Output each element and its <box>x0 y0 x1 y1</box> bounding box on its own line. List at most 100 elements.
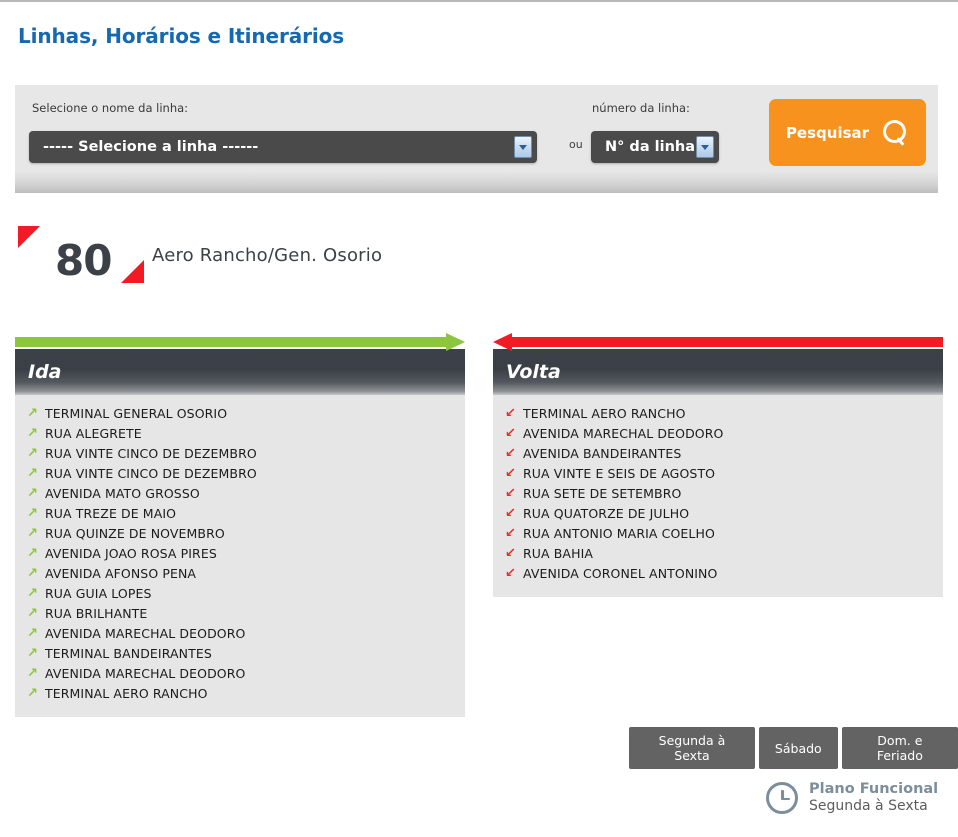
stop-item: ↗ AVENIDA MARECHAL DEODORO <box>15 663 465 683</box>
arrow-up-right-icon: ↗ <box>27 625 38 641</box>
stop-item: ↗ RUA QUINZE DE NOVEMBRO <box>15 523 465 543</box>
stop-label: AVENIDA MARECHAL DEODORO <box>523 425 724 441</box>
arrow-up-right-icon: ↗ <box>27 685 38 701</box>
stop-item: ↗ RUA BRILHANTE <box>15 603 465 623</box>
stop-label: AVENIDA AFONSO PENA <box>45 565 197 581</box>
plan-footer: Plano Funcional Segunda à Sexta <box>766 780 938 816</box>
direction-title-ida: Ida <box>15 349 465 395</box>
stop-label: RUA ALEGRETE <box>45 425 142 441</box>
arrow-up-right-icon: ↗ <box>27 565 38 581</box>
day-filter-button[interactable]: Sábado <box>758 727 838 769</box>
stop-label: RUA SETE DE SETEMBRO <box>523 485 682 501</box>
search-icon <box>883 119 909 146</box>
arrow-up-right-icon: ↗ <box>27 425 38 441</box>
stop-item: ↙ RUA SETE DE SETEMBRO <box>493 483 943 503</box>
stop-item: ↗ RUA TREZE DE MAIO <box>15 503 465 523</box>
arrow-up-right-icon: ↗ <box>27 605 38 621</box>
line-name: Aero Rancho/Gen. Osorio <box>152 245 383 266</box>
stop-item: ↙ RUA ANTONIO MARIA COELHO <box>493 523 943 543</box>
triangle-marker-icon <box>121 260 144 283</box>
day-filter-button[interactable]: Dom. e Feriado <box>841 727 958 769</box>
plan-subtitle: Segunda à Sexta <box>809 798 928 815</box>
line-name-label: Selecione o nome da linha: <box>32 101 189 115</box>
direction-arrow-right-icon <box>15 333 465 351</box>
stop-item: ↙ RUA VINTE E SEIS DE AGOSTO <box>493 463 943 483</box>
stop-label: AVENIDA MATO GROSSO <box>45 485 200 501</box>
arrow-up-right-icon: ↗ <box>27 405 38 421</box>
stop-label: AVENIDA MARECHAL DEODORO <box>45 625 246 641</box>
arrow-down-left-icon: ↙ <box>505 425 516 441</box>
stop-label: RUA TREZE DE MAIO <box>45 505 177 521</box>
or-separator-label: ou <box>569 138 583 151</box>
stop-item: ↗ RUA ALEGRETE <box>15 423 465 443</box>
search-button[interactable]: Pesquisar <box>769 99 926 166</box>
stop-label: RUA VINTE E SEIS DE AGOSTO <box>523 465 716 481</box>
arrow-up-right-icon: ↗ <box>27 645 38 661</box>
stop-item: ↗ TERMINAL GENERAL OSORIO <box>15 403 465 423</box>
stop-label: AVENIDA CORONEL ANTONINO <box>523 565 718 581</box>
line-name-select[interactable]: ----- Selecione a linha ------ <box>29 131 537 163</box>
stop-label: RUA QUINZE DE NOVEMBRO <box>45 525 225 541</box>
stop-item: ↗ AVENIDA AFONSO PENA <box>15 563 465 583</box>
stop-item: ↙ AVENIDA CORONEL ANTONINO <box>493 563 943 583</box>
stop-label: RUA VINTE CINCO DE DEZEMBRO <box>45 445 257 461</box>
arrow-up-right-icon: ↗ <box>27 665 38 681</box>
stop-item: ↗ RUA GUIA LOPES <box>15 583 465 603</box>
stop-label: TERMINAL AERO RANCHO <box>523 405 686 421</box>
arrow-up-right-icon: ↗ <box>27 585 38 601</box>
arrow-down-left-icon: ↙ <box>505 565 516 581</box>
stop-label: TERMINAL BANDEIRANTES <box>45 645 212 661</box>
arrow-down-left-icon: ↙ <box>505 505 516 521</box>
stop-item: ↗ TERMINAL AERO RANCHO <box>15 683 465 703</box>
page-title: Linhas, Horários e Itinerários <box>18 24 345 48</box>
plan-title: Plano Funcional <box>809 781 939 797</box>
stop-item: ↙ AVENIDA BANDEIRANTES <box>493 443 943 463</box>
line-name-select-value: ----- Selecione a linha ------ <box>43 139 259 155</box>
stop-label: RUA GUIA LOPES <box>45 585 152 601</box>
arrow-down-left-icon: ↙ <box>505 445 516 461</box>
arrow-down-left-icon: ↙ <box>505 465 516 481</box>
stop-item: ↙ TERMINAL AERO RANCHO <box>493 403 943 423</box>
day-filter-buttons: Segunda à Sexta Sábado Dom. e Feriado <box>629 727 958 769</box>
stop-item: ↗ AVENIDA JOAO ROSA PIRES <box>15 543 465 563</box>
direction-title-volta: Volta <box>493 349 943 395</box>
stop-item: ↗ AVENIDA MARECHAL DEODORO <box>15 623 465 643</box>
stop-label: RUA ANTONIO MARIA COELHO <box>523 525 715 541</box>
arrow-up-right-icon: ↗ <box>27 485 38 501</box>
arrow-down-left-icon: ↙ <box>505 405 516 421</box>
line-number-select[interactable]: N° da linha <box>591 131 719 163</box>
stop-item: ↗ TERMINAL BANDEIRANTES <box>15 643 465 663</box>
direction-arrow-left-icon <box>493 333 943 351</box>
chevron-down-icon[interactable] <box>696 136 714 158</box>
clock-icon <box>766 781 798 814</box>
arrow-up-right-icon: ↗ <box>27 465 38 481</box>
line-header: 80 Aero Rancho/Gen. Osorio <box>0 214 958 294</box>
search-button-label: Pesquisar <box>785 123 870 142</box>
triangle-marker-icon <box>18 226 40 248</box>
stop-label: TERMINAL AERO RANCHO <box>45 685 208 701</box>
arrow-up-right-icon: ↗ <box>27 505 38 521</box>
stop-label: AVENIDA MARECHAL DEODORO <box>45 665 246 681</box>
stop-label: RUA QUATORZE DE JULHO <box>523 505 690 521</box>
stop-label: RUA BRILHANTE <box>45 605 148 621</box>
arrow-up-right-icon: ↗ <box>27 545 38 561</box>
chevron-down-icon[interactable] <box>514 136 532 158</box>
arrow-up-right-icon: ↗ <box>27 525 38 541</box>
direction-panel-volta: Volta ↙ TERMINAL AERO RANCHO ↙ AVENIDA MARE… <box>493 333 943 597</box>
stop-item: ↙ AVENIDA MARECHAL DEODORO <box>493 423 943 443</box>
line-number-select-value: N° da linha <box>605 139 696 155</box>
stop-label: RUA VINTE CINCO DE DEZEMBRO <box>45 465 257 481</box>
direction-panel-ida: Ida ↗ TERMINAL GENERAL OSORIO ↗ RUA ALEGRET… <box>15 333 465 717</box>
stop-item: ↗ RUA VINTE CINCO DE DEZEMBRO <box>15 463 465 483</box>
arrow-up-right-icon: ↗ <box>27 445 38 461</box>
arrow-down-left-icon: ↙ <box>505 485 516 501</box>
arrow-down-left-icon: ↙ <box>505 525 516 541</box>
stop-label: RUA BAHIA <box>523 545 594 561</box>
stop-list-volta: ↙ TERMINAL AERO RANCHO ↙ AVENIDA MARECHAL D… <box>493 395 943 597</box>
stop-item: ↗ AVENIDA MATO GROSSO <box>15 483 465 503</box>
stop-list-ida: ↗ TERMINAL GENERAL OSORIO ↗ RUA ALEGRETE ↗ RU… <box>15 395 465 717</box>
day-filter-button[interactable]: Segunda à Sexta <box>629 727 755 769</box>
stop-item: ↙ RUA BAHIA <box>493 543 943 563</box>
stop-item: ↗ RUA VINTE CINCO DE DEZEMBRO <box>15 443 465 463</box>
line-number-label: número da linha: <box>592 101 690 115</box>
